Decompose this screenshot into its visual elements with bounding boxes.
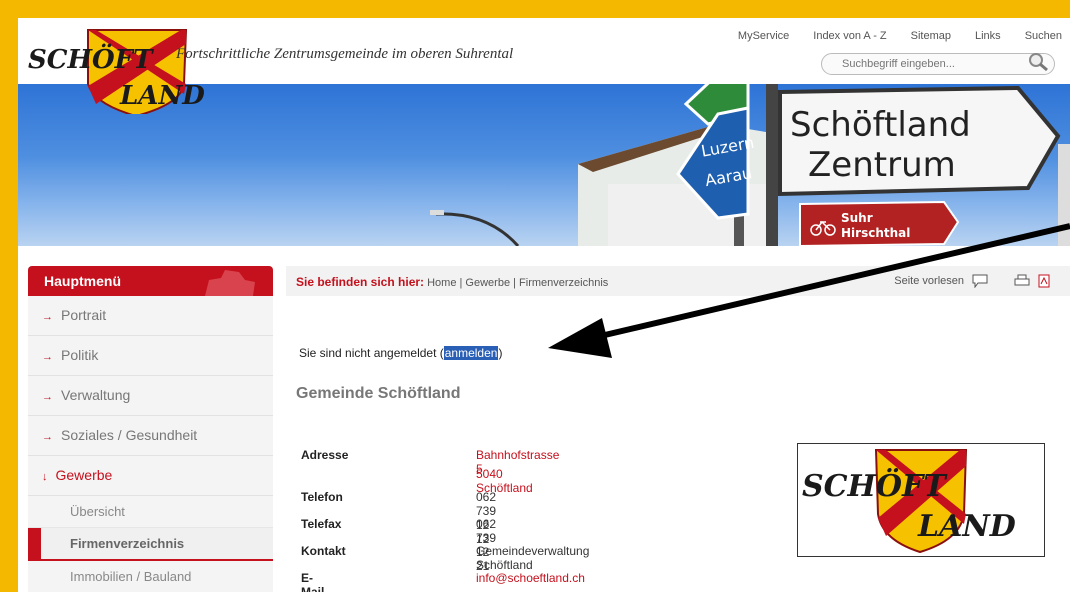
breadcrumb-firmenverzeichnis[interactable]: Firmenverzeichnis [519, 277, 608, 289]
breadcrumb-gewerbe[interactable]: Gewerbe [465, 277, 510, 289]
search-icon[interactable] [1026, 50, 1050, 74]
sidebar-item-verwaltung[interactable]: → Verwaltung [28, 376, 273, 416]
nav-index[interactable]: Index von A - Z [813, 30, 886, 42]
sidebar-subitem-firmenverzeichnis[interactable]: Firmenverzeichnis [28, 528, 273, 561]
sidebar-subitem-immobilien[interactable]: Immobilien / Bauland [28, 561, 273, 592]
breadcrumb: Sie befinden sich hier: Home | Gewerbe |… [296, 275, 609, 289]
login-link[interactable]: anmelden [443, 346, 499, 360]
email-link[interactable]: info@schoeftland.ch [476, 571, 585, 585]
speech-bubble-icon[interactable] [972, 274, 988, 288]
sidebar-subitem-uebersicht[interactable]: Übersicht [28, 496, 273, 528]
info-key: E-Mail [301, 571, 325, 592]
tagline: Fortschrittliche Zentrumsgemeinde im obe… [176, 46, 514, 62]
sidebar-item-label: Soziales / Gesundheit [61, 427, 198, 443]
breadcrumb-home[interactable]: Home [427, 277, 456, 289]
print-icon[interactable] [1014, 274, 1030, 288]
logo-box-text-top: SCHÖFT [802, 467, 948, 504]
sidebar-item-portrait[interactable]: → Portrait [28, 296, 273, 336]
breadcrumb-label: Sie befinden sich hier: [296, 275, 425, 289]
info-value: Gemeindeverwaltung Schöftland [476, 544, 590, 572]
arrow-right-icon: → [42, 391, 53, 403]
nav-links[interactable]: Links [975, 30, 1001, 42]
page: MyService Index von A - Z Sitemap Links … [18, 18, 1070, 592]
sidebar-item-label: Politik [61, 347, 99, 363]
arrow-right-icon: → [42, 431, 53, 443]
municipality-logo: SCHÖFT LAND [797, 443, 1045, 557]
nav-sitemap[interactable]: Sitemap [911, 30, 951, 42]
top-navigation: MyService Index von A - Z Sitemap Links … [714, 30, 1062, 42]
map-icon [205, 270, 255, 296]
sidebar-item-label: Gewerbe [55, 467, 113, 483]
main-menu-header: Hauptmenü [28, 266, 273, 296]
pdf-icon[interactable] [1038, 274, 1050, 288]
info-key: Adresse [301, 448, 349, 462]
sidebar-item-gewerbe[interactable]: ↓ Gewerbe [28, 456, 273, 496]
sidebar-item-soziales[interactable]: → Soziales / Gesundheit [28, 416, 273, 456]
sidebar: Hauptmenü → Portrait → Politik → Verwaltung… [28, 266, 273, 592]
sidebar-item-label: Verwaltung [61, 387, 131, 403]
read-aloud-link[interactable]: Seite vorlesen [894, 275, 964, 287]
info-key: Kontakt [301, 544, 346, 558]
banner-sign-main-line1: Schöftland [790, 105, 971, 145]
logo-text-bottom: LAND [119, 81, 205, 111]
arrow-right-icon: → [42, 351, 53, 363]
logo-box-text-bottom: LAND [917, 509, 1016, 544]
page-tools: Seite vorlesen [894, 274, 1050, 288]
search-input[interactable] [840, 57, 1004, 71]
logo-text-top: SCHÖFT [28, 43, 154, 75]
sidebar-item-politik[interactable]: → Politik [28, 336, 273, 376]
info-key: Telefax [301, 517, 342, 531]
breadcrumb-bar: Sie befinden sich hier: Home | Gewerbe |… [286, 266, 1070, 296]
banner-sign-main-line2: Zentrum [808, 145, 956, 185]
nav-myservice[interactable]: MyService [738, 30, 789, 42]
main-menu-title: Hauptmenü [44, 273, 121, 289]
site-logo[interactable]: SCHÖFT LAND [26, 24, 241, 118]
login-notice-text: Sie sind nicht angemeldet ( [299, 346, 444, 360]
banner-sign-red-line1: Suhr [841, 211, 873, 225]
nav-search[interactable]: Suchen [1025, 30, 1062, 42]
login-notice: Sie sind nicht angemeldet (anmelden) [299, 346, 502, 360]
page-title: Gemeinde Schöftland [296, 385, 461, 402]
arrow-right-icon: → [42, 311, 53, 323]
login-notice-close: ) [498, 346, 503, 360]
banner-sign-red-line2: Hirschthal [841, 226, 910, 240]
sidebar-item-label: Portrait [61, 307, 107, 323]
info-key: Telefon [301, 490, 343, 504]
search-box [821, 53, 1055, 75]
arrow-down-icon: ↓ [42, 471, 48, 483]
